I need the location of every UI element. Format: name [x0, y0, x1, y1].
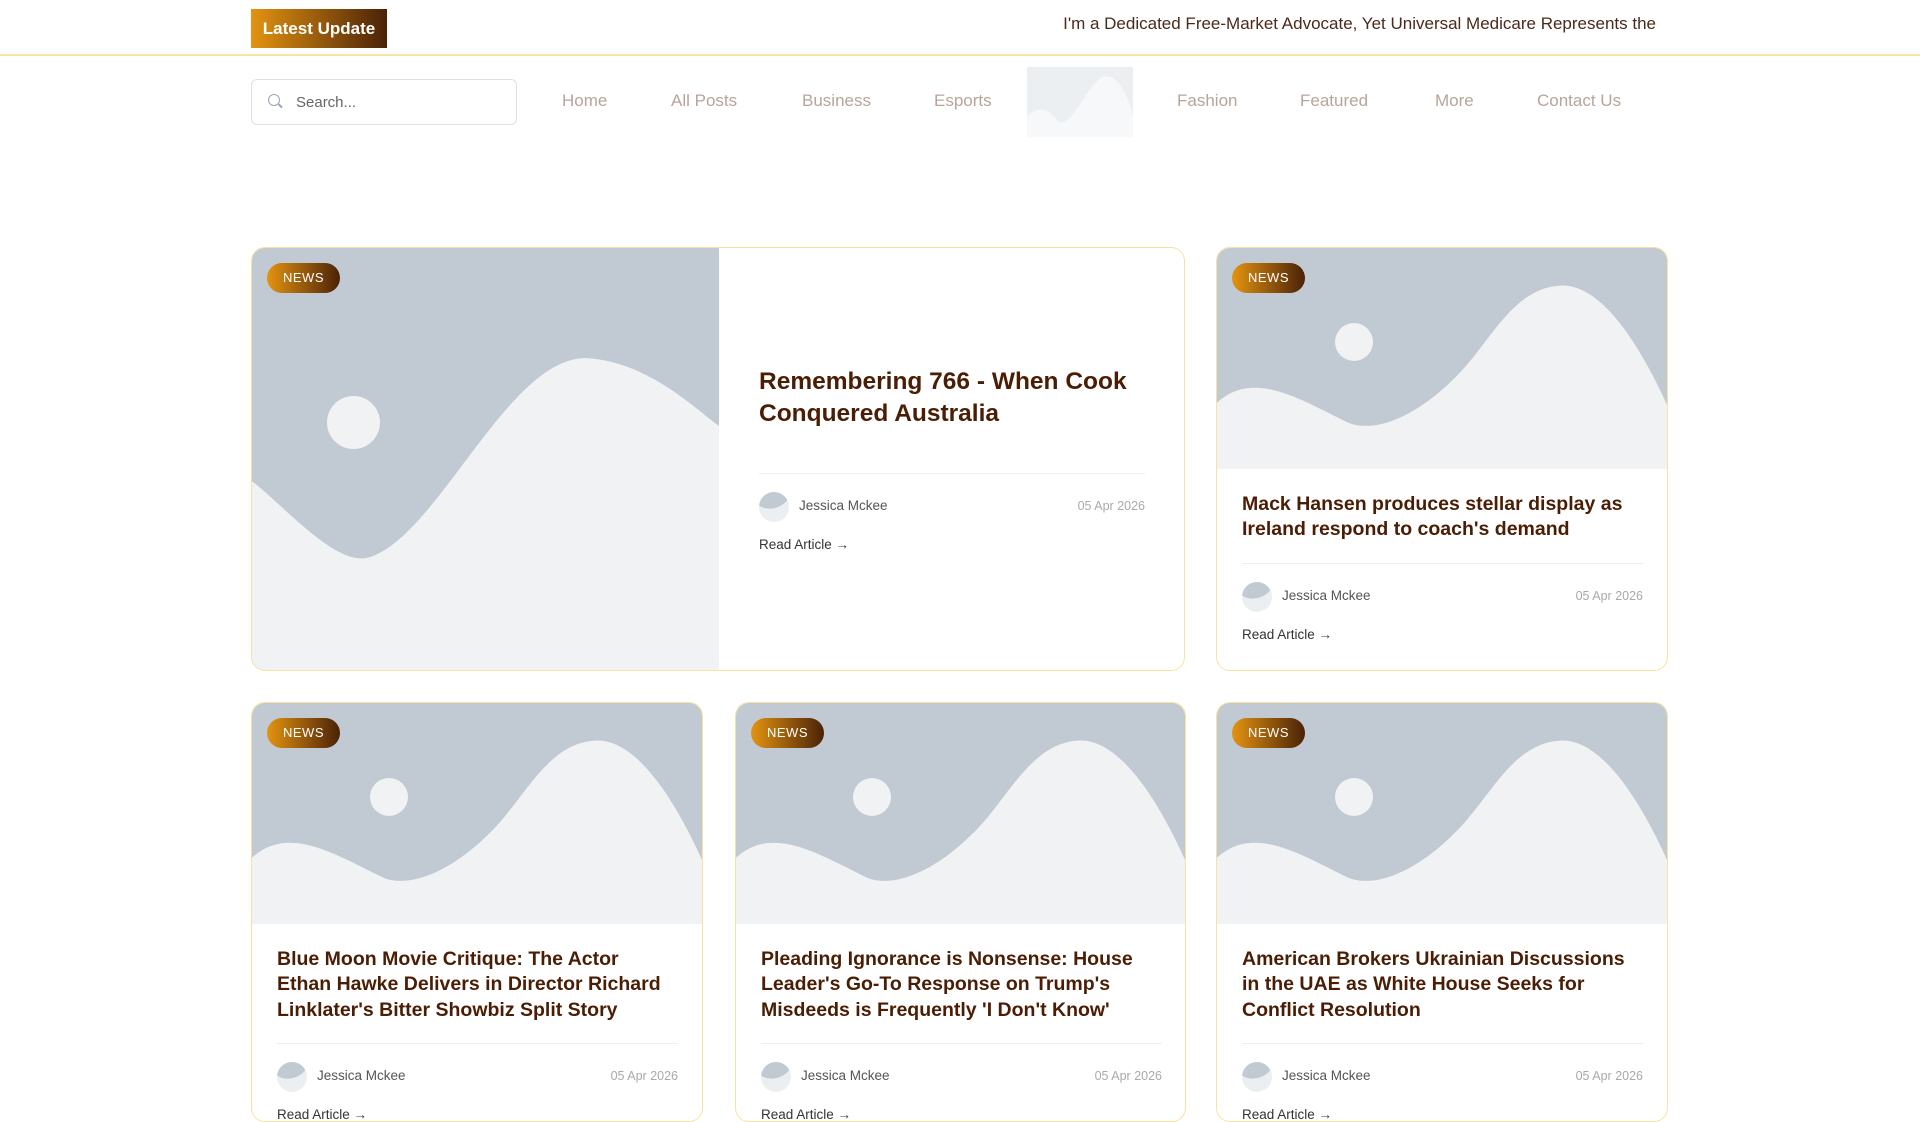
- author-name[interactable]: Jessica Mckee: [1282, 588, 1371, 603]
- category-badge[interactable]: NEWS: [751, 718, 824, 748]
- article-title[interactable]: American Brokers Ukrainian Discussions i…: [1242, 947, 1643, 1023]
- read-article-link[interactable]: Read Article →: [1242, 627, 1332, 642]
- image-placeholder-sun: [1334, 323, 1373, 362]
- read-article-link[interactable]: Read Article →: [761, 1107, 851, 1121]
- nav-esports[interactable]: Esports: [934, 91, 992, 111]
- nav-home[interactable]: Home: [562, 91, 607, 111]
- nav-contact-us[interactable]: Contact Us: [1537, 91, 1621, 111]
- search-input[interactable]: [296, 80, 506, 124]
- nav-fashion[interactable]: Fashion: [1177, 91, 1237, 111]
- read-article-link[interactable]: Read Article →: [759, 537, 849, 552]
- article-title[interactable]: Mack Hansen produces stellar display as …: [1242, 492, 1643, 543]
- author-name[interactable]: Jessica Mckee: [799, 498, 888, 513]
- search-icon: [268, 94, 280, 106]
- article-image[interactable]: [252, 248, 719, 670]
- featured-article-card[interactable]: NEWS Remembering 766 - When Cook Conquer…: [251, 247, 1185, 671]
- nav-business[interactable]: Business: [802, 91, 871, 111]
- logo-placeholder-image[interactable]: [1027, 67, 1133, 137]
- author-avatar: [277, 1062, 307, 1092]
- image-placeholder-sun: [1334, 778, 1373, 817]
- category-badge[interactable]: NEWS: [1232, 718, 1305, 748]
- publish-date: 05 Apr 2026: [1575, 589, 1643, 603]
- publish-date: 05 Apr 2026: [1094, 1069, 1162, 1083]
- author-name[interactable]: Jessica Mckee: [801, 1068, 890, 1083]
- search-box[interactable]: [251, 79, 517, 125]
- image-placeholder-sun: [369, 778, 408, 817]
- nav-more[interactable]: More: [1435, 91, 1474, 111]
- author-avatar: [759, 492, 789, 522]
- latest-update-button[interactable]: Latest Update: [251, 9, 387, 48]
- publish-date: 05 Apr 2026: [1575, 1069, 1643, 1083]
- news-ticker[interactable]: I'm a Dedicated Free-Market Advocate, Ye…: [1063, 14, 1656, 34]
- article-card[interactable]: NEWS American Brokers Ukrainian Discussi…: [1216, 702, 1668, 1122]
- nav-all-posts[interactable]: All Posts: [671, 91, 737, 111]
- category-badge[interactable]: NEWS: [267, 263, 340, 293]
- article-meta: Jessica Mckee 05 Apr 2026 Read Article →: [277, 1043, 678, 1121]
- publish-date: 05 Apr 2026: [610, 1069, 678, 1083]
- article-meta: Jessica Mckee 05 Apr 2026 Read Article →: [759, 473, 1145, 573]
- read-article-link[interactable]: Read Article →: [1242, 1107, 1332, 1121]
- image-placeholder-sun: [326, 396, 380, 450]
- article-meta: Jessica Mckee 05 Apr 2026 Read Article →: [1242, 563, 1643, 663]
- author-avatar: [1242, 1062, 1272, 1092]
- publish-date: 05 Apr 2026: [1077, 499, 1145, 513]
- author-avatar: [761, 1062, 791, 1092]
- author-avatar: [1242, 582, 1272, 612]
- author-name[interactable]: Jessica Mckee: [317, 1068, 406, 1083]
- article-card[interactable]: NEWS Mack Hansen produces stellar displa…: [1216, 247, 1668, 671]
- category-badge[interactable]: NEWS: [267, 718, 340, 748]
- nav-featured[interactable]: Featured: [1300, 91, 1368, 111]
- article-title[interactable]: Pleading Ignorance is Nonsense: House Le…: [761, 947, 1162, 1023]
- article-card[interactable]: NEWS Blue Moon Movie Critique: The Actor…: [251, 702, 703, 1122]
- author-name[interactable]: Jessica Mckee: [1282, 1068, 1371, 1083]
- article-title[interactable]: Remembering 766 - When Cook Conquered Au…: [759, 366, 1145, 430]
- article-meta: Jessica Mckee 05 Apr 2026 Read Article →: [761, 1043, 1162, 1121]
- top-bar: Latest Update I'm a Dedicated Free-Marke…: [0, 0, 1920, 56]
- read-article-link[interactable]: Read Article →: [277, 1107, 367, 1121]
- category-badge[interactable]: NEWS: [1232, 263, 1305, 293]
- article-card[interactable]: NEWS Pleading Ignorance is Nonsense: Hou…: [735, 702, 1186, 1122]
- article-title[interactable]: Blue Moon Movie Critique: The Actor Etha…: [277, 947, 678, 1023]
- article-meta: Jessica Mckee 05 Apr 2026 Read Article →: [1242, 1043, 1643, 1121]
